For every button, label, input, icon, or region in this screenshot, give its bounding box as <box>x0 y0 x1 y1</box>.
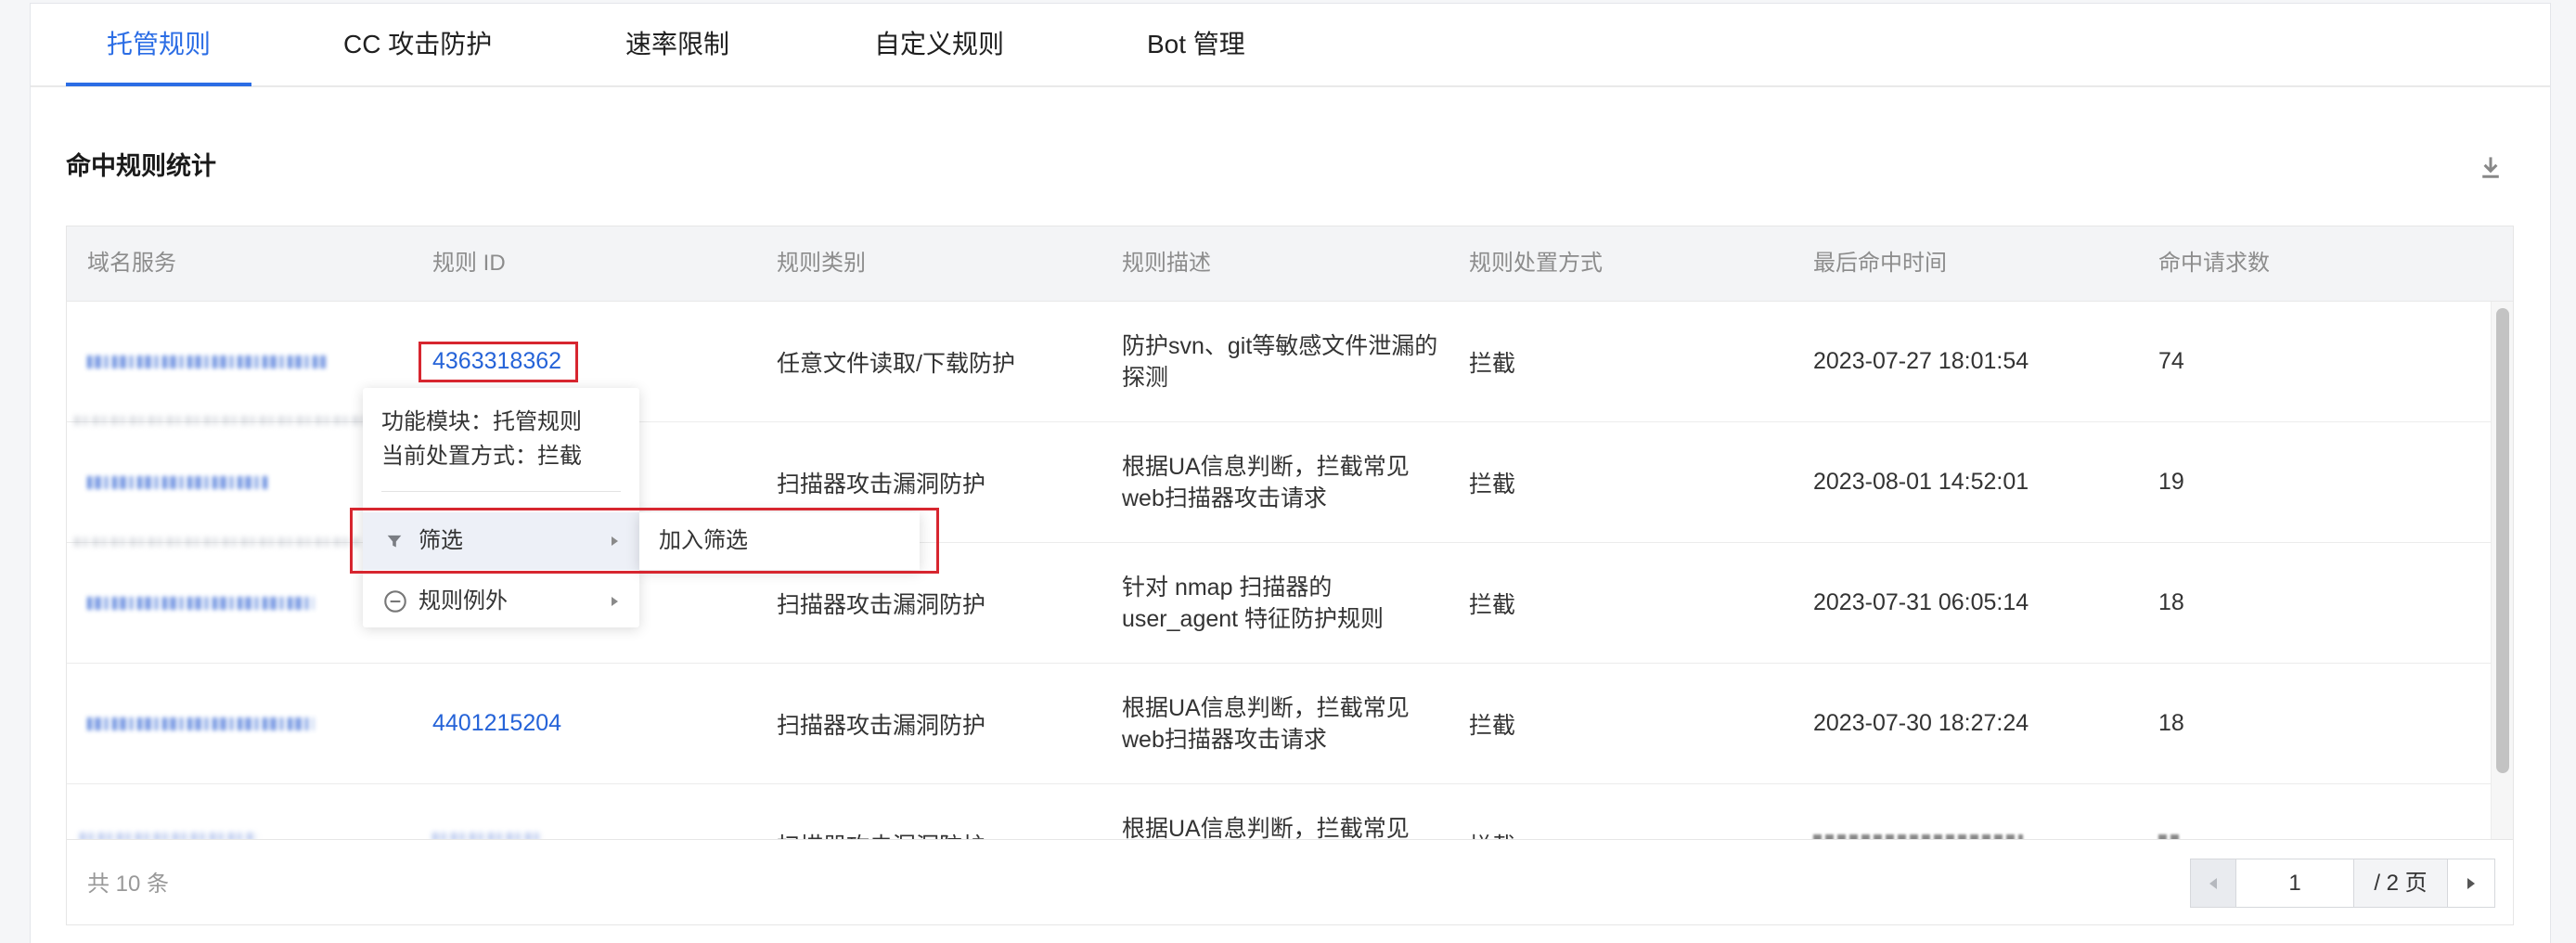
caret-right-icon <box>2467 877 2476 890</box>
page-count: / 2 页 <box>2354 859 2448 907</box>
description-line: 探测 <box>1122 364 1169 391</box>
column-header-category: 规则类别 <box>777 251 866 276</box>
caret-right-icon <box>611 536 619 547</box>
tab-rate-limit[interactable]: 速率限制 <box>625 28 729 61</box>
description-line: 根据UA信息判断，拦截常见 <box>1122 453 1410 480</box>
prev-page-button[interactable] <box>2191 859 2236 907</box>
column-header-last-hit: 最后命中时间 <box>1813 251 1947 276</box>
domain-link-blurred[interactable] <box>87 596 314 610</box>
submenu-item-label: 加入筛选 <box>659 528 748 553</box>
blurred-remnant <box>80 833 256 839</box>
column-header-hits: 命中请求数 <box>2158 251 2270 276</box>
blurred-remnant <box>432 833 544 839</box>
domain-cell <box>87 543 314 663</box>
description-line: user_agent 特征防护规则 <box>1122 605 1385 632</box>
rule-id-link[interactable]: 4363318362 <box>432 348 561 375</box>
menu-item-rule-exception[interactable]: 规则例外 <box>363 573 639 630</box>
tab-cc-protection[interactable]: CC 攻击防护 <box>343 28 492 61</box>
filter-icon <box>386 533 403 549</box>
last-hit-cell: 2023-07-30 18:27:24 <box>1813 710 2029 736</box>
table-footer: 共 10 条 / 2 页 <box>67 839 2513 924</box>
last-hit-cell: 2023-08-01 14:52:01 <box>1813 469 2029 495</box>
description-line: 针对 nmap 扫描器的 <box>1122 574 1333 601</box>
caret-left-icon <box>2209 877 2218 890</box>
action-cell: 拦截 <box>1469 350 1516 377</box>
total-count: 共 10 条 <box>87 872 170 897</box>
scrollbar-thumb[interactable] <box>2496 308 2509 773</box>
hits-cell: 18 <box>2158 710 2184 736</box>
hits-cell: 19 <box>2158 469 2184 495</box>
domain-cell <box>87 422 270 542</box>
menu-item-label: 筛选 <box>419 528 463 553</box>
domain-link-blurred[interactable] <box>87 717 314 730</box>
description-cell: 针对 nmap 扫描器的 user_agent 特征防护规则 <box>1122 543 1384 663</box>
table-row: 扫描器攻击漏洞防护 根据UA信息判断，拦截常见 拦截 <box>67 784 2491 840</box>
page-number-input[interactable] <box>2236 859 2354 907</box>
tab-bot-management[interactable]: Bot 管理 <box>1147 28 1245 61</box>
action-cell: 拦截 <box>1469 591 1516 618</box>
rule-id-link[interactable]: 4401215204 <box>432 710 561 737</box>
table-header: 域名服务 规则 ID 规则类别 规则描述 规则处置方式 最后命中时间 命中请求数 <box>67 226 2513 302</box>
menu-item-label: 规则例外 <box>419 588 508 614</box>
hits-cell: 74 <box>2158 348 2184 374</box>
description-line: 防护svn、git等敏感文件泄漏的 <box>1122 332 1438 359</box>
domain-cell <box>87 302 326 421</box>
rule-id-cell: 4401215204 <box>432 664 561 783</box>
download-icon[interactable] <box>2479 154 2503 180</box>
domain-link-blurred[interactable] <box>87 475 270 489</box>
section-title: 命中规则统计 <box>66 152 216 180</box>
minus-circle-icon <box>382 588 407 614</box>
description-cell: 防护svn、git等敏感文件泄漏的 探测 <box>1122 302 1437 421</box>
domain-cell <box>87 664 314 783</box>
current-action-info: 当前处置方式：拦截 <box>381 444 582 469</box>
submenu-item-add-filter[interactable]: 加入筛选 <box>639 512 920 570</box>
table-scrollbar[interactable] <box>2491 302 2513 839</box>
rule-context-menu: 功能模块：托管规则 当前处置方式：拦截 筛选 规则例外 <box>363 388 639 627</box>
description-cell: 根据UA信息判断，拦截常见 <box>1122 784 1410 840</box>
category-cell: 扫描器攻击漏洞防护 <box>777 712 986 739</box>
category-cell: 扫描器攻击漏洞防护 <box>777 784 985 840</box>
hits-cell: 18 <box>2158 589 2184 615</box>
caret-right-icon <box>611 596 619 607</box>
description-line: 根据UA信息判断，拦截常见 <box>1122 694 1410 721</box>
column-header-description: 规则描述 <box>1122 251 1211 276</box>
action-cell: 拦截 <box>1469 712 1516 739</box>
last-hit-cell: 2023-07-27 18:01:54 <box>1813 348 2029 374</box>
description-line: web扫描器攻击请求 <box>1122 726 1327 753</box>
action-cell: 拦截 <box>1469 471 1516 497</box>
description-cell: 根据UA信息判断，拦截常见 web扫描器攻击请求 <box>1122 422 1410 542</box>
domain-link-blurred[interactable] <box>87 355 326 368</box>
blurred-remnant <box>74 537 362 547</box>
description-line: 根据UA信息判断，拦截常见 <box>1122 815 1410 840</box>
module-info: 功能模块：托管规则 <box>381 409 582 434</box>
active-tab-indicator <box>66 83 251 86</box>
description-cell: 根据UA信息判断，拦截常见 web扫描器攻击请求 <box>1122 664 1410 783</box>
action-cell: 拦截 <box>1469 784 1515 840</box>
filter-submenu: 加入筛选 <box>639 512 920 570</box>
table-row: 4401215204 扫描器攻击漏洞防护 根据UA信息判断，拦截常见 web扫描… <box>67 664 2491 784</box>
column-header-rule-id: 规则 ID <box>432 251 506 276</box>
last-hit-cell: 2023-07-31 06:05:14 <box>1813 589 2029 615</box>
tab-managed-rules[interactable]: 托管规则 <box>107 28 211 61</box>
column-header-action: 规则处置方式 <box>1469 251 1603 276</box>
tab-custom-rules[interactable]: 自定义规则 <box>874 28 1004 61</box>
category-cell: 任意文件读取/下载防护 <box>777 350 1015 377</box>
menu-item-filter[interactable]: 筛选 <box>363 512 639 570</box>
column-header-domain: 域名服务 <box>87 251 176 276</box>
menu-divider <box>381 491 621 492</box>
blurred-remnant <box>74 416 380 425</box>
next-page-button[interactable] <box>2448 859 2494 907</box>
description-line: web扫描器攻击请求 <box>1122 484 1327 511</box>
pagination: / 2 页 <box>2190 859 2495 908</box>
